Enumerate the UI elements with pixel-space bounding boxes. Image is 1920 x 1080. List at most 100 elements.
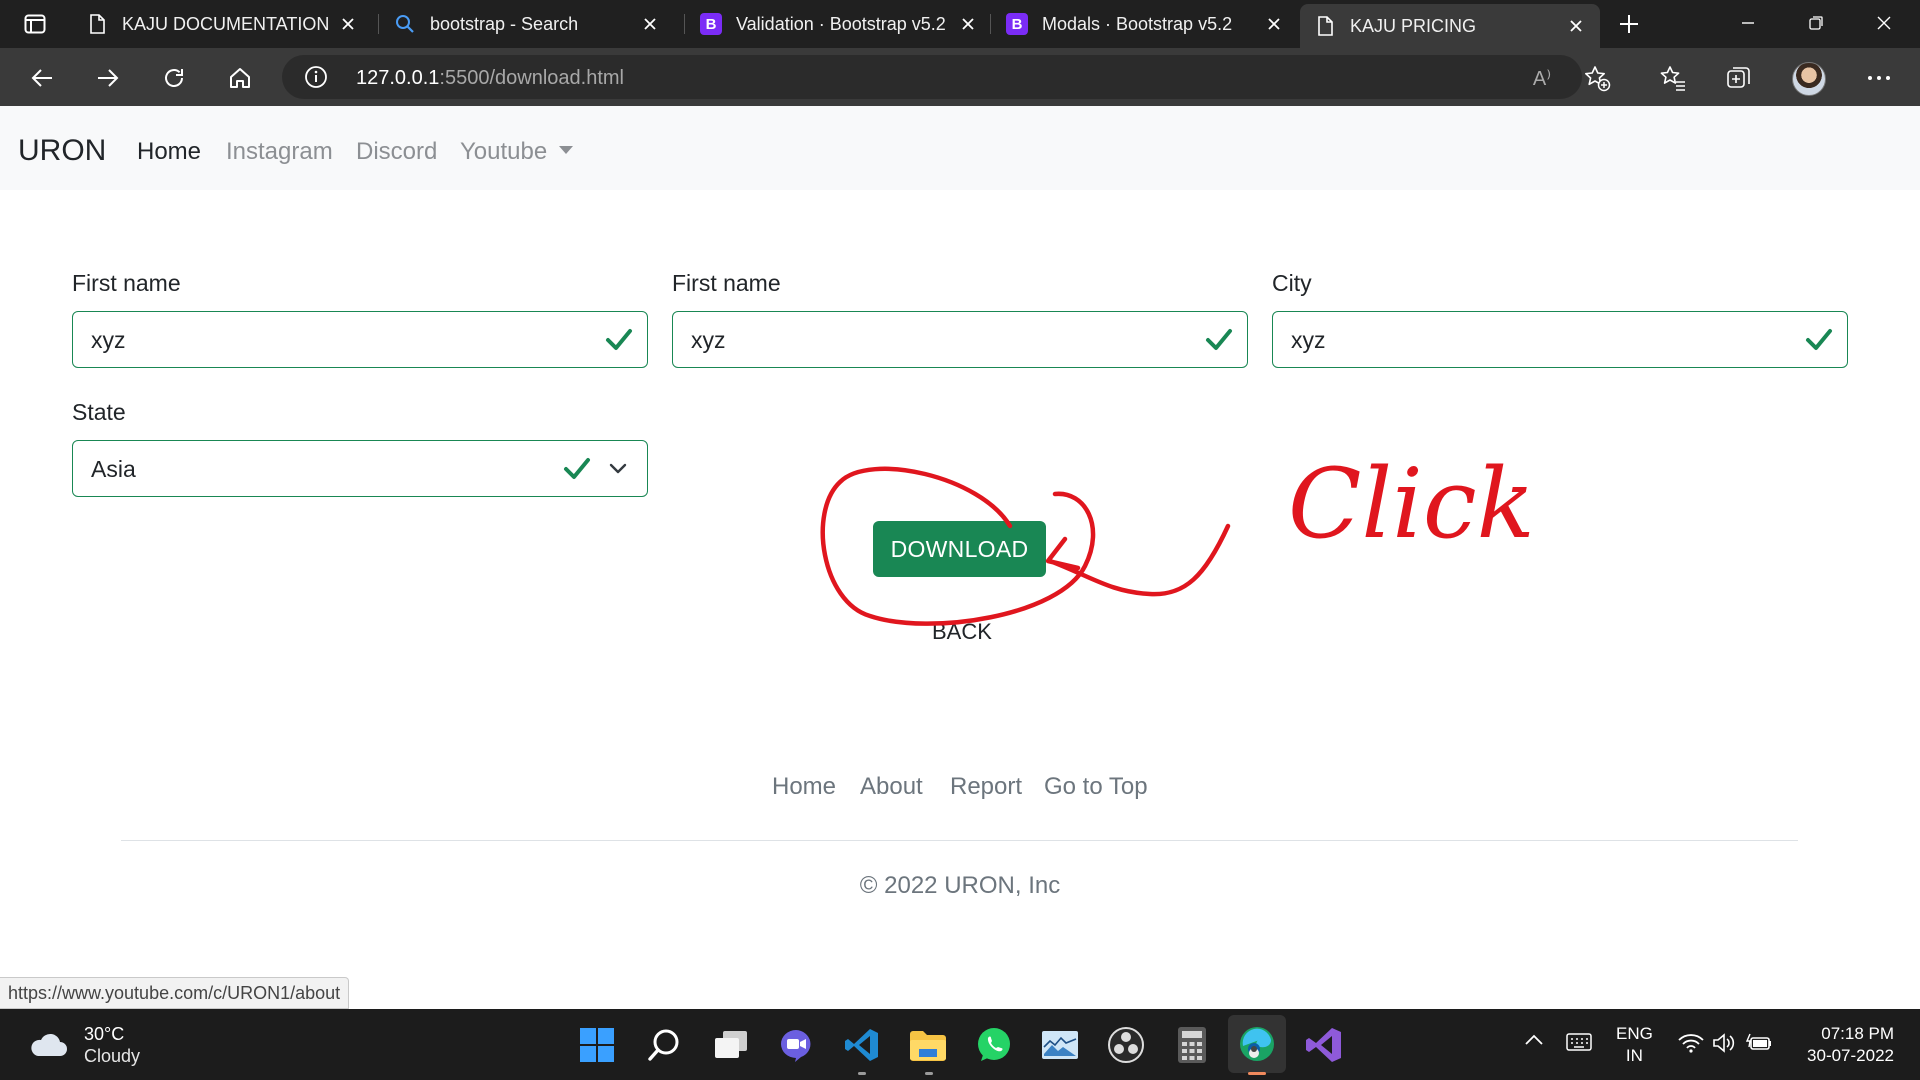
language-indicator[interactable]: ENG IN xyxy=(1616,1023,1653,1067)
search-button[interactable] xyxy=(644,1025,684,1065)
file-explorer-button[interactable] xyxy=(908,1025,948,1065)
back-button[interactable] xyxy=(24,60,60,96)
read-aloud-icon[interactable]: A⁾ xyxy=(1529,65,1555,91)
weather-desc: Cloudy xyxy=(84,1046,141,1066)
close-icon[interactable] xyxy=(338,14,358,34)
collections-button[interactable] xyxy=(1724,63,1754,93)
photos-button[interactable] xyxy=(1040,1025,1080,1065)
more-icon xyxy=(1868,76,1890,80)
collections-icon xyxy=(1727,67,1750,88)
refresh-icon xyxy=(165,69,183,87)
start-button[interactable] xyxy=(577,1025,617,1065)
cloud-icon xyxy=(31,1033,68,1056)
system-clock[interactable]: 07:18 PM 30-07-2022 xyxy=(1780,1023,1894,1067)
minimize-button[interactable] xyxy=(1728,8,1768,38)
minimize-icon xyxy=(1742,22,1754,24)
first-name-2-label: First name xyxy=(672,270,781,296)
calculator-button[interactable] xyxy=(1172,1025,1212,1065)
annotation-text: Click xyxy=(1288,448,1535,560)
input-value: xyz xyxy=(691,327,726,353)
link-preview-status: https://www.youtube.com/c/URON1/about xyxy=(0,977,350,1009)
tab-bootstrap-search[interactable]: bootstrap - Search xyxy=(380,6,674,42)
nav-link-discord[interactable]: Discord xyxy=(356,138,437,166)
whatsapp-button[interactable] xyxy=(974,1025,1014,1065)
obs-button[interactable] xyxy=(1106,1025,1146,1065)
restore-icon xyxy=(1809,16,1823,30)
task-view-icon xyxy=(715,1031,747,1058)
state-select[interactable]: Asia xyxy=(72,440,648,497)
search-icon xyxy=(394,13,416,35)
tab-divider xyxy=(990,14,991,34)
close-icon[interactable] xyxy=(1264,14,1284,34)
footer-link-report[interactable]: Report xyxy=(950,773,1022,801)
visual-studio-icon xyxy=(1306,1028,1341,1062)
close-icon[interactable] xyxy=(640,14,660,34)
show-hidden-icons-button[interactable] xyxy=(1524,1033,1544,1047)
settings-more-button[interactable] xyxy=(1864,63,1894,93)
url-path: :5500/download.html xyxy=(439,67,624,89)
weather-widget[interactable]: 30°C Cloudy xyxy=(28,1023,140,1067)
navbar-brand[interactable]: URON xyxy=(18,134,106,168)
restore-button[interactable] xyxy=(1796,8,1836,38)
bootstrap-icon: B xyxy=(700,13,722,35)
browser-tab-strip: KAJU DOCUMENTATIONS bootstrap - Search B… xyxy=(0,0,1920,48)
city-input[interactable]: xyz xyxy=(1272,311,1848,368)
running-indicator xyxy=(858,1072,866,1075)
caret-down-icon xyxy=(559,145,574,154)
address-bar[interactable]: 127.0.0.1:5500/download.html A⁾ xyxy=(282,55,1582,99)
add-favorite-button[interactable] xyxy=(1582,63,1612,93)
battery-icon[interactable] xyxy=(1746,1033,1772,1053)
tab-bootstrap-modals[interactable]: B Modals · Bootstrap v5.2 xyxy=(992,6,1298,42)
home-button[interactable] xyxy=(222,60,258,96)
city-label: City xyxy=(1272,270,1312,296)
nav-link-instagram[interactable]: Instagram xyxy=(226,138,333,166)
chat-icon xyxy=(781,1030,811,1062)
task-view-button[interactable] xyxy=(711,1025,751,1065)
star-plus-icon xyxy=(1585,66,1611,92)
footer-link-go-to-top[interactable]: Go to Top xyxy=(1044,773,1148,801)
wifi-icon[interactable] xyxy=(1678,1033,1704,1053)
tab-kaju-documentations[interactable]: KAJU DOCUMENTATIONS xyxy=(72,6,372,42)
url-host: 127.0.0.1 xyxy=(356,67,440,89)
first-name-2-input[interactable]: xyz xyxy=(672,311,1248,368)
select-value: Asia xyxy=(91,456,136,482)
page-icon xyxy=(1314,15,1336,37)
tab-kaju-pricing[interactable]: KAJU PRICING xyxy=(1300,4,1600,48)
site-navbar: URON Home Instagram Discord Youtube xyxy=(0,106,1920,190)
close-icon xyxy=(1877,16,1891,30)
info-icon[interactable] xyxy=(304,65,328,89)
tab-actions-button[interactable] xyxy=(14,10,56,38)
vscode-button[interactable] xyxy=(842,1025,882,1065)
footer-divider xyxy=(121,840,1798,841)
windows-taskbar: 30°C Cloudy ENG IN 07:18 PM 30-07-2022 xyxy=(0,1009,1920,1080)
refresh-button[interactable] xyxy=(156,60,192,96)
photos-icon xyxy=(1042,1031,1078,1059)
clock-time: 07:18 PM xyxy=(1821,1024,1894,1043)
tab-actions-icon xyxy=(24,14,46,34)
close-icon[interactable] xyxy=(958,14,978,34)
edge-button[interactable] xyxy=(1228,1015,1286,1073)
touch-keyboard-button[interactable] xyxy=(1566,1033,1592,1051)
favorites-button[interactable] xyxy=(1658,63,1688,93)
valid-check-icon xyxy=(564,458,590,479)
tab-title: Modals · Bootstrap v5.2 xyxy=(1042,13,1233,34)
tab-bootstrap-validation[interactable]: B Validation · Bootstrap v5.2 xyxy=(686,6,992,42)
footer-link-about[interactable]: About xyxy=(860,773,923,801)
folder-icon xyxy=(910,1031,946,1061)
nav-dropdown-youtube[interactable]: Youtube xyxy=(460,138,574,166)
download-button[interactable]: DOWNLOAD xyxy=(873,521,1046,577)
teams-chat-button[interactable] xyxy=(776,1025,816,1065)
footer-link-home[interactable]: Home xyxy=(772,773,836,801)
profile-avatar[interactable] xyxy=(1792,62,1826,96)
first-name-input[interactable]: xyz xyxy=(72,311,648,368)
close-window-button[interactable] xyxy=(1864,8,1904,38)
tab-title: Validation · Bootstrap v5.2 xyxy=(736,13,946,34)
back-link[interactable]: BACK xyxy=(932,619,992,645)
close-icon[interactable] xyxy=(1566,16,1586,36)
new-tab-button[interactable] xyxy=(1614,10,1644,38)
arrow-right-icon xyxy=(98,69,119,87)
nav-link-home[interactable]: Home xyxy=(137,138,201,166)
forward-button[interactable] xyxy=(90,60,126,96)
volume-icon[interactable] xyxy=(1712,1033,1736,1053)
visual-studio-button[interactable] xyxy=(1304,1025,1344,1065)
